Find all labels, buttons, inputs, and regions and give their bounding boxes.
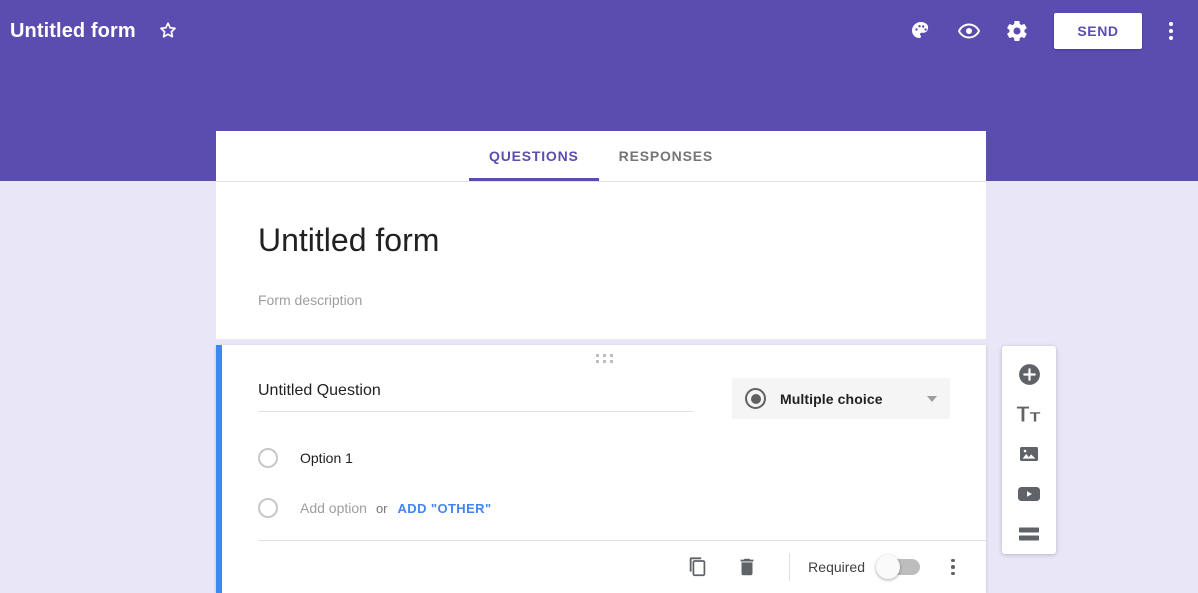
add-option-or-label: or (375, 500, 388, 516)
radio-filled-icon (745, 388, 766, 409)
required-label: Required (808, 559, 865, 575)
add-title-button[interactable] (1007, 395, 1051, 435)
palette-icon[interactable] (901, 11, 941, 51)
header-actions: SEND (901, 11, 1198, 51)
eye-icon[interactable] (949, 11, 989, 51)
radio-empty-icon (258, 498, 278, 518)
required-toggle[interactable] (876, 555, 920, 579)
add-item-toolbar (1002, 346, 1056, 554)
question-header-row: Untitled Question Multiple choice (258, 378, 950, 419)
header-form-title[interactable]: Untitled form (10, 20, 136, 43)
add-option-input[interactable]: Add option (300, 498, 367, 518)
drag-handle-icon[interactable] (222, 354, 986, 363)
question-body: Untitled Question Multiple choice Option… (222, 345, 986, 519)
gear-icon[interactable] (997, 11, 1037, 51)
form-title-input[interactable]: Untitled form (258, 220, 944, 260)
footer-divider (789, 553, 791, 581)
question-card[interactable]: Untitled Question Multiple choice Option… (216, 345, 986, 593)
tab-questions[interactable]: QUESTIONS (469, 131, 599, 181)
star-outline-icon[interactable] (155, 18, 181, 44)
tab-responses[interactable]: RESPONSES (599, 131, 733, 181)
duplicate-icon[interactable] (678, 547, 718, 587)
add-video-button[interactable] (1007, 474, 1051, 514)
question-type-select[interactable]: Multiple choice (732, 378, 950, 419)
add-section-button[interactable] (1007, 514, 1051, 554)
question-footer: Required (222, 541, 986, 593)
send-button[interactable]: SEND (1054, 13, 1142, 49)
form-description-input[interactable]: Form description (258, 290, 944, 310)
form-header-card: Untitled form Form description (216, 181, 986, 339)
add-other-button[interactable]: ADD "OTHER" (398, 501, 492, 516)
option-1-input[interactable]: Option 1 (300, 448, 353, 468)
add-question-button[interactable] (1007, 355, 1051, 395)
header-more-vert-icon[interactable] (1154, 11, 1188, 51)
question-title-wrap: Untitled Question (258, 378, 693, 412)
question-type-label: Multiple choice (780, 390, 883, 407)
option-row[interactable]: Option 1 (258, 447, 950, 469)
trash-icon[interactable] (727, 547, 767, 587)
chevron-down-icon (927, 395, 937, 402)
header-title-group: Untitled form (10, 18, 181, 44)
add-image-button[interactable] (1007, 435, 1051, 475)
question-title-input[interactable]: Untitled Question (258, 380, 693, 412)
question-more-vert-icon[interactable] (938, 547, 968, 587)
toggle-knob (876, 555, 900, 579)
tab-bar: QUESTIONS RESPONSES (216, 131, 986, 181)
header-bar: Untitled form SEND (0, 0, 1198, 62)
radio-empty-icon (258, 448, 278, 468)
add-option-row[interactable]: Add option or ADD "OTHER" (258, 497, 950, 519)
